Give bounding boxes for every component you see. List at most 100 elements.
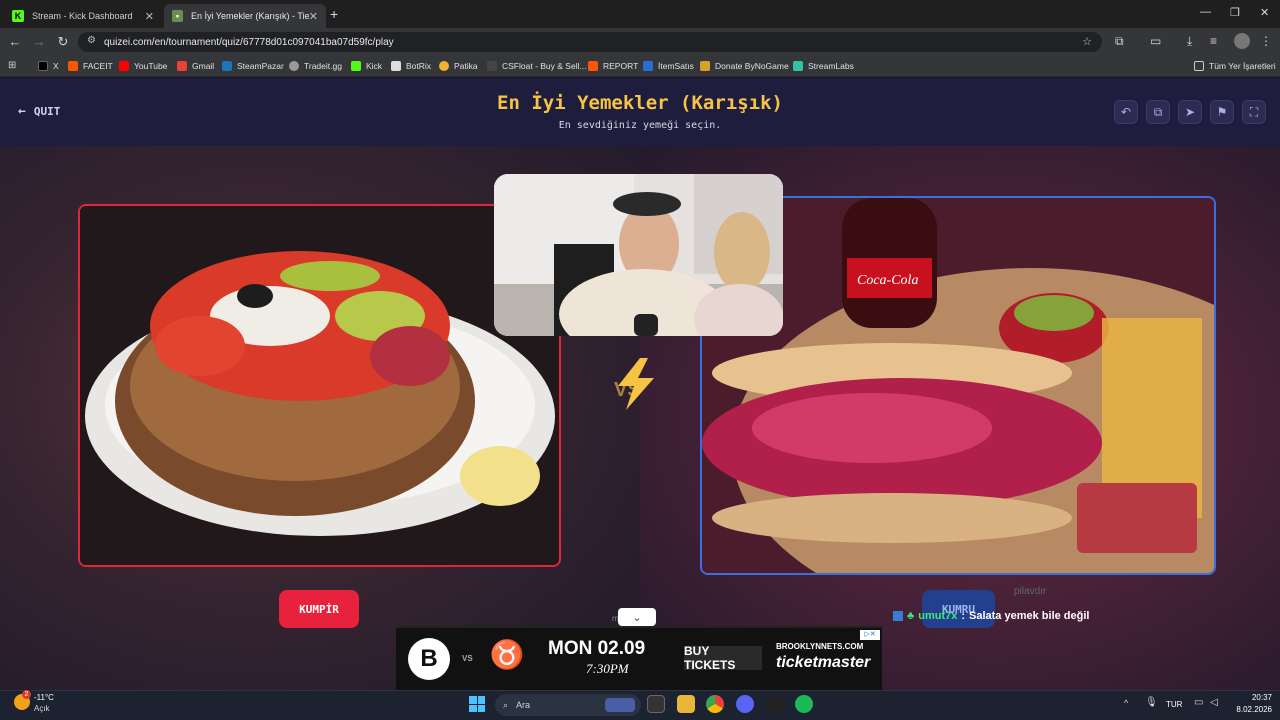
bookmark-botrix[interactable]: BotRix [391,58,431,74]
all-bookmarks-folder[interactable]: Tüm Yer İşaretleri [1194,58,1276,74]
chrome-icon[interactable] [706,695,724,713]
ad-vs-text: VS [462,654,473,663]
gmail-icon [177,61,187,71]
profile-avatar[interactable] [1234,33,1250,49]
tray-chevron-icon[interactable]: ^ [1124,698,1128,708]
chat-text: Salata yemek bile değil [969,610,1090,622]
site-info-icon[interactable]: ⚙ [87,35,96,46]
weather-description: Açık [34,704,50,713]
file-explorer-icon[interactable] [677,695,695,713]
botrix-icon [391,61,401,71]
search-highlight-icon [605,698,635,712]
nets-logo-icon: B [408,638,450,680]
kumpir-button[interactable]: KUMPİR [279,590,359,628]
tab-kick-dashboard[interactable]: K Stream - Kick Dashboard ✕ [4,4,162,28]
close-tab-icon[interactable]: ✕ [309,10,318,23]
clock-date[interactable]: 8.02.2026 [1222,705,1272,714]
task-view-icon[interactable] [647,695,665,713]
faceit-icon [68,61,78,71]
close-window-icon[interactable]: ✕ [1260,6,1269,19]
bookmark-steampazar[interactable]: SteamPazar [222,58,284,74]
url-text: quizei.com/en/tournament/quiz/67778d01c0… [104,36,394,48]
chat-message: ♣ umut7x : Salata yemek bile değil [893,608,1280,624]
url-bar[interactable]: ⚙ quizei.com/en/tournament/quiz/67778d01… [78,32,1102,52]
ad-url: BROOKLYNNETS.COM [776,642,864,651]
csfloat-icon [487,61,497,71]
new-tab-button[interactable]: + [330,6,338,22]
quiz-title: En İyi Yemekler (Karışık) [497,92,783,114]
send-icon[interactable]: ➤ [1178,100,1202,124]
menu-icon[interactable]: ⋮ [1260,34,1272,48]
tradeit-icon [289,61,299,71]
media-icon[interactable]: ≡ [1210,34,1217,48]
buy-tickets-button[interactable]: BUY TICKETS [684,644,762,672]
reload-icon[interactable]: ↻ [55,34,71,50]
kick-icon: K [12,10,24,22]
collapse-chevron-button[interactable]: ⌄ [618,608,656,626]
x-icon [38,61,48,71]
report-icon [588,61,598,71]
chat-username: umut7x [918,610,958,622]
bookmark-gmail[interactable]: Gmail [177,58,214,74]
chat-separator: : [961,610,966,622]
quiz-subtitle: En sevdiğiniz yemeği seçin. [558,120,722,131]
forward-icon[interactable]: → [31,34,47,49]
vs-badge: VS [606,358,670,410]
bookmark-csfloat[interactable]: CSFloat - Buy & Sell... [487,58,587,74]
patika-icon [439,61,449,71]
bookmark-streamlabs[interactable]: StreamLabs [793,58,854,74]
cast-icon[interactable]: ▭ [1150,34,1161,48]
volume-icon[interactable]: ◁ [1210,697,1218,708]
flag-icon[interactable]: ⚑ [1210,100,1234,124]
search-placeholder: Ara [516,700,531,710]
taskbar-search[interactable]: ⌕ Ara [495,694,641,716]
ad-time: 7:30PM [586,661,629,676]
tab-quiz[interactable]: ▪ En İyi Yemekler (Karışık) - Tier L ✕ [164,4,326,28]
quiz-page: ← QUIT En İyi Yemekler (Karışık) En sevd… [0,78,1280,690]
back-icon[interactable]: ← [7,34,23,49]
ad-banner[interactable]: B VS ♉ MON 02.09 7:30PM BUY TICKETS BROO… [396,626,882,690]
tab-title: Stream - Kick Dashboard [32,11,133,21]
search-icon: ⌕ [503,699,509,710]
clock-time[interactable]: 20:37 [1234,693,1272,702]
extensions-icon[interactable]: ⧉ [1115,34,1124,49]
left-option-card[interactable] [78,204,561,567]
obs-icon[interactable] [766,695,784,713]
lightning-icon: VS [614,358,654,410]
download-icon[interactable]: ⤓ [1187,34,1192,49]
spotify-icon[interactable] [795,695,813,713]
input-language[interactable]: TUR [1166,700,1182,709]
bookmark-faceit[interactable]: FACEIT [68,58,113,74]
folder-icon [1194,61,1204,71]
chat-faded-message: pilavdır [1014,586,1047,597]
bynogame-icon [700,61,710,71]
microphone-icon[interactable]: 🎙 [1145,697,1158,708]
bookmark-youtube[interactable]: YouTube [119,58,167,74]
webcam-overlay [494,174,783,336]
minimize-icon[interactable]: — [1200,6,1211,18]
weather-temperature: -11°C [34,693,54,702]
quiz-favicon-icon: ▪ [172,10,183,22]
ad-choices-icon[interactable]: ▷✕ [860,630,880,640]
network-icon[interactable]: ▭ [1194,697,1203,708]
bookmark-x[interactable]: X [38,58,59,74]
start-icon[interactable] [469,696,485,712]
fullscreen-icon[interactable]: ⛶ [1242,100,1266,124]
close-tab-icon[interactable]: ✕ [145,10,154,23]
discord-icon[interactable] [736,695,754,713]
bookmark-bynogame[interactable]: Donate ByNoGame [700,58,789,74]
itemsatis-icon [643,61,653,71]
bookmark-report[interactable]: REPORT [588,58,638,74]
apps-icon[interactable]: ⊞ [8,60,16,71]
bookmark-itemsatis[interactable]: İtemSatıs [643,58,694,74]
bookmark-kick[interactable]: Kick [351,58,382,74]
restore-icon[interactable]: ❐ [1230,6,1240,19]
bookmark-tradeit[interactable]: Tradeit.gg [289,58,342,74]
share-icon[interactable]: ⧉ [1146,100,1170,124]
bookmark-patika[interactable]: Patika [439,58,478,74]
steam-icon [222,61,232,71]
svg-text:Coca-Cola: Coca-Cola [857,273,918,288]
tab-title: En İyi Yemekler (Karışık) - Tier L [190,11,309,21]
bookmark-star-icon[interactable]: ☆ [1082,35,1092,48]
undo-icon[interactable]: ↶ [1114,100,1138,124]
